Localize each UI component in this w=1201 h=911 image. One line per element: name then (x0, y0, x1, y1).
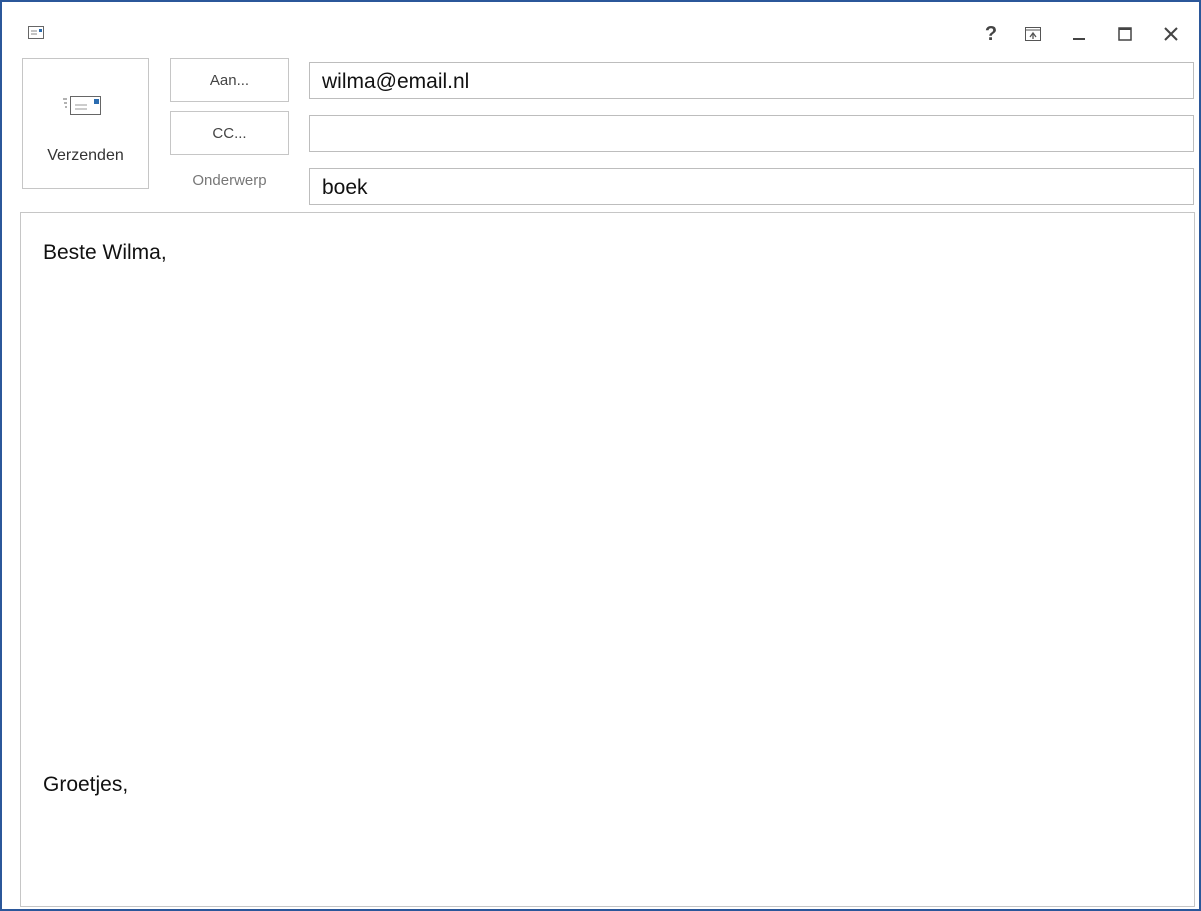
message-body[interactable]: Beste Wilma, Groetjes, (20, 212, 1195, 907)
body-greeting: Beste Wilma, (43, 241, 167, 264)
send-mail-icon (63, 95, 111, 124)
subject-field[interactable] (309, 168, 1194, 205)
cc-button[interactable]: CC... (170, 111, 289, 155)
close-icon[interactable] (1153, 18, 1189, 50)
to-button[interactable]: Aan... (170, 58, 289, 102)
ribbon-display-icon[interactable] (1015, 18, 1051, 50)
send-button[interactable]: Verzenden (22, 58, 149, 189)
minimize-icon[interactable] (1061, 18, 1097, 50)
help-icon[interactable]: ? (973, 18, 1009, 50)
send-label: Verzenden (47, 147, 124, 164)
mail-icon (28, 26, 44, 42)
maximize-icon[interactable] (1107, 18, 1143, 50)
compose-window: ? Verzenden Aan... wilma@email.nl CC... … (0, 0, 1201, 911)
body-closing: Groetjes, (43, 773, 129, 796)
cc-field[interactable] (309, 115, 1194, 152)
subject-label: Onderwerp (192, 172, 267, 189)
title-bar: ? (2, 2, 1199, 54)
to-field[interactable] (309, 62, 1194, 99)
